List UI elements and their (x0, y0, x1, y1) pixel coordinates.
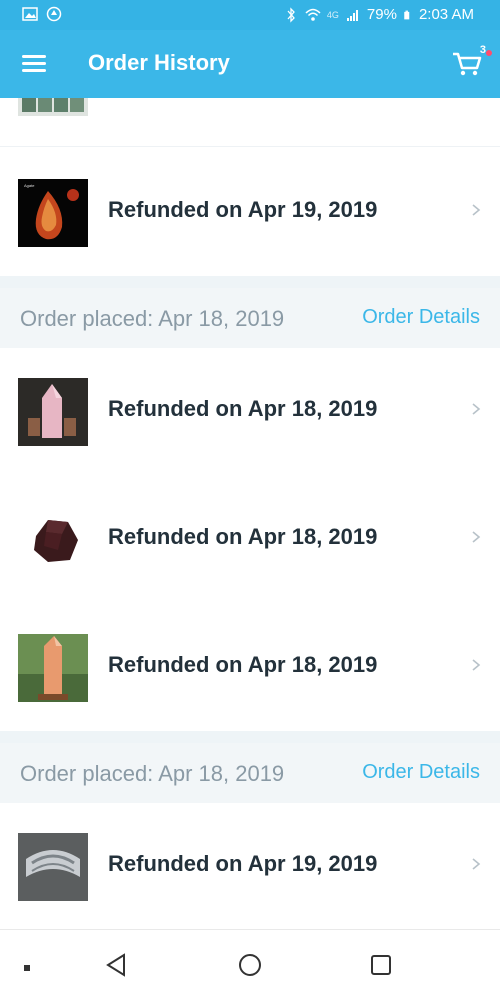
gallery-notification-icon (22, 7, 38, 21)
section-divider (0, 276, 500, 288)
order-item-row[interactable]: Refunded on Apr 19, 2019 (0, 803, 500, 930)
page-title: Order History (88, 50, 230, 75)
order-placed-date: Order placed: Apr 18, 2019 (20, 761, 285, 786)
cart-alert-dot (486, 50, 492, 56)
status-bar: 4G 79% 2:03 AM (0, 0, 500, 30)
order-item-row[interactable] (0, 98, 500, 147)
chevron-right-icon (472, 858, 481, 870)
order-details-link[interactable]: Order Details (362, 761, 480, 784)
refund-status: Refunded on Apr 18, 2019 (108, 524, 378, 549)
svg-text:Agate: Agate (24, 183, 35, 188)
order-item-row[interactable]: Refunded on Apr 18, 2019 (0, 476, 500, 605)
clock: 2:03 AM (418, 6, 474, 23)
order-item-row[interactable]: Refunded on Apr 18, 2019 (0, 348, 500, 477)
battery-icon (404, 10, 410, 19)
product-thumbnail (18, 634, 88, 702)
product-thumbnail (18, 98, 88, 116)
back-triangle-icon (106, 953, 125, 977)
app-notification-icon (46, 6, 62, 22)
back-button[interactable] (102, 950, 132, 980)
refund-status: Refunded on Apr 18, 2019 (108, 652, 378, 677)
refund-status: Refunded on Apr 19, 2019 (108, 851, 378, 876)
chevron-right-icon (472, 204, 481, 216)
product-thumbnail (18, 506, 88, 574)
status-right: 4G 79% 2:03 AM (283, 6, 474, 23)
home-circle-icon (239, 954, 261, 976)
refund-status: Refunded on Apr 18, 2019 (108, 396, 378, 421)
recent-apps-square-icon (371, 955, 391, 975)
nav-dot-button[interactable] (22, 960, 32, 971)
chevron-right-icon (472, 659, 481, 671)
home-button[interactable] (235, 950, 265, 980)
bluetooth-icon (287, 6, 295, 23)
battery-percent: 79% (366, 6, 397, 23)
chevron-right-icon (472, 531, 481, 543)
order-history-list[interactable]: Agate Refunded on Apr 19, 2019 Order pla… (0, 98, 500, 930)
wifi-icon (305, 8, 321, 21)
order-group-header: Order placed: Apr 18, 2019 Order Details (0, 288, 500, 348)
order-item-row[interactable]: Agate Refunded on Apr 19, 2019 (0, 149, 500, 278)
signal-icon (346, 9, 358, 21)
product-thumbnail: Agate (18, 179, 88, 247)
cart-count-badge: 3 (479, 44, 486, 56)
order-placed-date: Order placed: Apr 18, 2019 (20, 306, 285, 331)
app-bar: Order History 3 (0, 30, 500, 98)
section-divider (0, 731, 500, 743)
system-navigation-bar (0, 929, 500, 1000)
hamburger-menu-icon[interactable] (20, 50, 48, 78)
recent-apps-button[interactable] (366, 950, 396, 980)
refund-status: Refunded on Apr 19, 2019 (108, 197, 378, 222)
status-left (22, 6, 62, 22)
dot-icon (24, 965, 30, 971)
chevron-right-icon (472, 403, 481, 415)
cart-button[interactable]: 3 (450, 44, 492, 80)
order-details-link[interactable]: Order Details (362, 306, 480, 329)
order-group-header: Order placed: Apr 18, 2019 Order Details (0, 743, 500, 803)
order-item-row[interactable]: Refunded on Apr 18, 2019 (0, 604, 500, 733)
network-type-label: 4G (326, 9, 339, 20)
product-thumbnail (18, 378, 88, 446)
product-thumbnail (18, 833, 88, 901)
